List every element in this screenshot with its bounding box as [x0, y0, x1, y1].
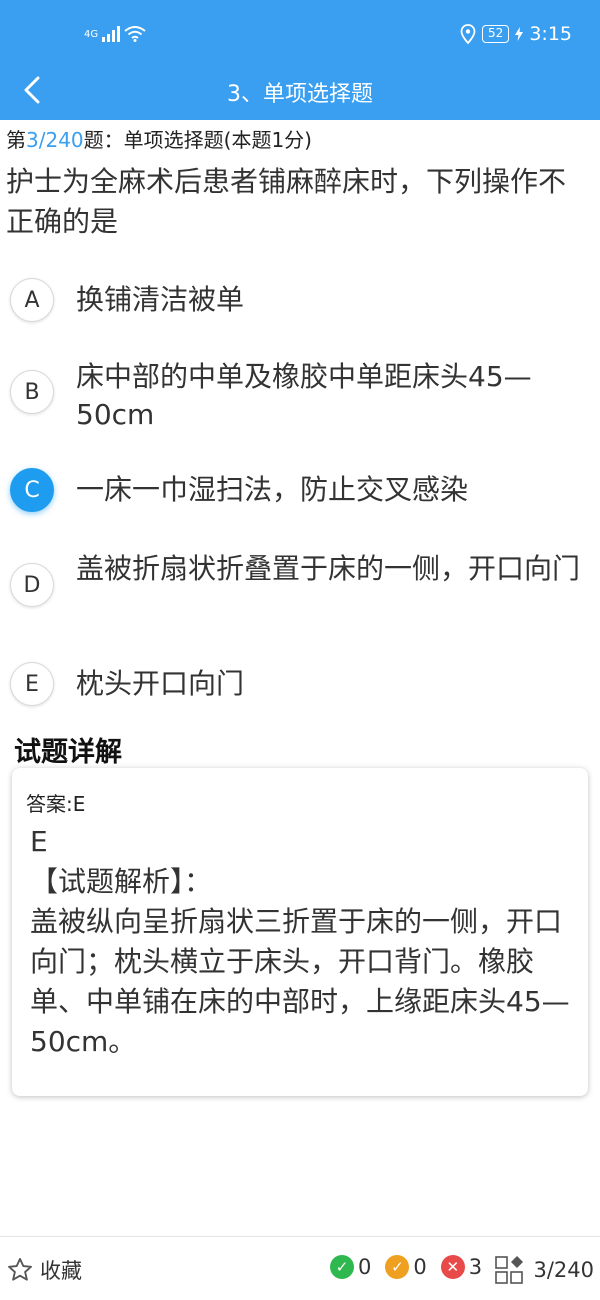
- option-text[interactable]: 枕头开口向门: [70, 665, 590, 703]
- status-bar: 4G 52 3:15: [0, 22, 600, 52]
- progress-count: 3/240: [533, 1258, 594, 1282]
- correct-count: 0: [358, 1255, 372, 1279]
- check-icon: ✓: [330, 1255, 354, 1279]
- location-icon: [460, 24, 476, 44]
- wrong-icon: ✕: [440, 1255, 465, 1279]
- signal-group: 4G: [84, 22, 146, 46]
- favorite-button[interactable]: 收藏: [6, 1255, 82, 1285]
- option-letter[interactable]: B: [10, 370, 54, 414]
- detail-heading: 试题详解: [14, 737, 122, 768]
- option-letter[interactable]: D: [10, 563, 54, 607]
- question-number: 3/240: [26, 128, 84, 152]
- question-grid-button[interactable]: 3/240: [495, 1255, 594, 1285]
- wrong-count: 3: [468, 1255, 483, 1279]
- answer-stats: ✓ 0 ✓ 0 ✕ 3: [330, 1255, 492, 1279]
- network-type: 4G: [84, 28, 99, 40]
- question-meta: 第3/240题：单项选择题(本题1分): [6, 124, 312, 153]
- option-letter[interactable]: E: [10, 662, 54, 706]
- meta-suffix: 题：单项选择题(本题1分): [83, 128, 312, 152]
- app-header: 4G 52 3:15 3、单项选择题: [0, 0, 600, 120]
- bottom-bar: 收藏 ✓ 0 ✓ 0 ✕ 3 3/240: [0, 1236, 600, 1300]
- option-text[interactable]: 床中部的中单及橡胶中单距床头45—50cm: [70, 358, 590, 434]
- analysis-line: 【试题解析】：: [30, 865, 213, 898]
- option-text[interactable]: 换铺清洁被单: [70, 281, 590, 319]
- battery-indicator: 52: [482, 25, 510, 43]
- question-text: 护士为全麻术后患者铺麻醉床时，下列操作不正确的是: [6, 165, 567, 238]
- wifi-icon: [124, 26, 146, 42]
- charging-icon: [515, 27, 524, 41]
- option-text[interactable]: 一床一巾湿扫法，防止交叉感染: [70, 471, 590, 509]
- grid-icon: [495, 1256, 524, 1284]
- option-letter[interactable]: A: [10, 278, 54, 322]
- partial-count: 0: [413, 1255, 427, 1279]
- analysis-text: E 【试题解析】： 盖被纵向呈折扇状三折置于床的一侧，开口向门；枕头横立于床头，…: [30, 822, 570, 1062]
- meta-prefix: 第: [6, 128, 26, 152]
- nav-bar: 3、单项选择题: [0, 60, 600, 120]
- option-letter-selected[interactable]: C: [10, 468, 54, 512]
- page-title: 3、单项选择题: [227, 82, 373, 107]
- explanation-card: 答案:E E 【试题解析】： 盖被纵向呈折扇状三折置于床的一侧，开口向门；枕头横…: [12, 768, 588, 1096]
- signal-icon: [102, 26, 121, 42]
- partial-icon: ✓: [385, 1255, 410, 1279]
- status-right: 52 3:15: [460, 22, 572, 46]
- favorite-label: 收藏: [40, 1259, 82, 1283]
- answer-label: 答案:E: [26, 792, 86, 816]
- clock: 3:15: [529, 23, 572, 45]
- option-text[interactable]: 盖被折扇状折叠置于床的一侧，开口向门: [70, 550, 590, 588]
- analysis-line: E: [30, 825, 48, 858]
- analysis-line: 盖被纵向呈折扇状三折置于床的一侧，开口向门；枕头横立于床头，开口背门。橡胶单、中…: [30, 905, 570, 1058]
- star-icon: [8, 1257, 32, 1281]
